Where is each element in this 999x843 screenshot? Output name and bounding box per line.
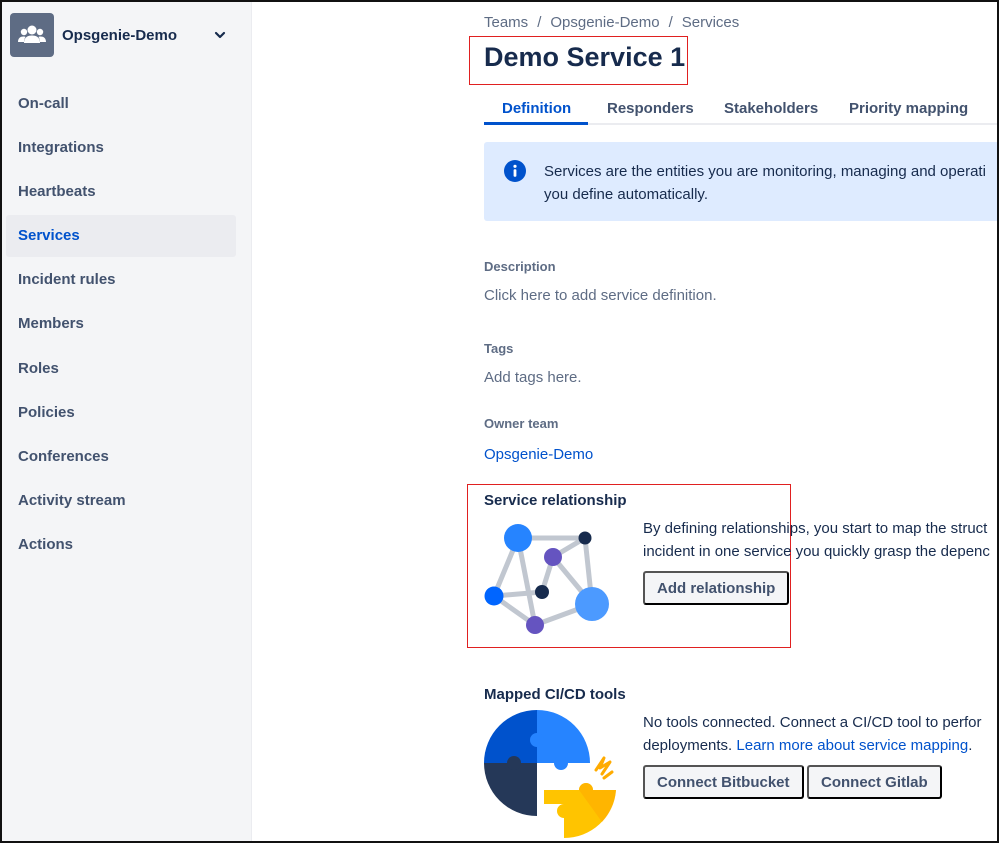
tab-responders[interactable]: Responders <box>607 100 694 125</box>
service-relationship-title: Service relationship <box>484 492 627 509</box>
service-relationship-line: By defining relationships, you start to … <box>643 520 988 537</box>
add-relationship-button[interactable]: Add relationship <box>643 571 790 605</box>
info-panel: Services are the entities you are monito… <box>484 142 999 221</box>
sidebar-item-label: On-call <box>18 94 69 112</box>
tab-stakeholders[interactable]: Stakeholders <box>724 100 818 125</box>
info-icon <box>504 160 526 187</box>
breadcrumb-team[interactable]: Opsgenie-Demo <box>550 14 659 31</box>
team-name: Opsgenie-Demo <box>62 26 178 44</box>
sidebar-item-label: Policies <box>18 403 75 421</box>
sidebar-item-heartbeats[interactable]: Heartbeats <box>6 170 236 212</box>
chevron-down-icon[interactable] <box>214 27 226 45</box>
team-icon <box>10 13 54 57</box>
sidebar: Opsgenie-Demo On-call Integrations Heart… <box>2 2 252 841</box>
sidebar-item-roles[interactable]: Roles <box>6 347 236 389</box>
sidebar-item-activity-stream[interactable]: Activity stream <box>6 480 236 522</box>
cicd-text-suffix: . <box>968 737 973 754</box>
sidebar-item-label: Incident rules <box>18 271 116 289</box>
tab-priority-mapping[interactable]: Priority mapping <box>849 100 968 125</box>
sidebar-item-incident-rules[interactable]: Incident rules <box>6 259 236 301</box>
sidebar-item-label: Heartbeats <box>18 182 96 200</box>
sidebar-item-label: Integrations <box>18 138 104 156</box>
puzzle-illustration <box>484 710 619 843</box>
sidebar-item-label: Activity stream <box>18 492 126 510</box>
sidebar-item-label: Conferences <box>18 448 109 465</box>
owner-team-link[interactable]: Opsgenie-Demo <box>484 446 593 463</box>
description-field[interactable]: Click here to add service definition. <box>484 287 717 304</box>
active-tab-indicator <box>484 122 588 125</box>
breadcrumb-separator: / <box>537 14 542 31</box>
connect-gitlab-button[interactable]: Connect Gitlab <box>807 765 942 799</box>
sidebar-nav: On-call Integrations Heartbeats Services… <box>6 82 236 568</box>
learn-more-link[interactable]: Learn more about service mapping <box>736 737 968 754</box>
sidebar-item-label: Actions <box>18 536 74 554</box>
sidebar-item-integrations[interactable]: Integrations <box>6 126 236 168</box>
breadcrumb-teams[interactable]: Teams <box>484 14 528 31</box>
cicd-text: No tools connected. Connect a CI/CD tool… <box>643 711 982 757</box>
sidebar-item-policies[interactable]: Policies <box>6 391 236 433</box>
cicd-title: Mapped CI/CD tools <box>484 686 626 703</box>
breadcrumb-services[interactable]: Services <box>682 14 740 31</box>
info-text-line: Services are the entities you are monito… <box>544 163 986 180</box>
breadcrumb: Teams / Opsgenie-Demo / Services <box>484 14 739 31</box>
sidebar-item-members[interactable]: Members <box>6 303 236 345</box>
page-title: Demo Service 1 <box>484 42 686 72</box>
info-text: Services are the entities you are monito… <box>544 160 986 206</box>
sidebar-item-label: Services <box>18 227 80 245</box>
team-switcher[interactable]: Opsgenie-Demo <box>10 12 240 58</box>
tags-label: Tags <box>484 341 514 356</box>
service-relationship-line: incident in one service you quickly gras… <box>643 543 990 560</box>
sidebar-item-actions[interactable]: Actions <box>6 524 236 566</box>
network-graph-illustration <box>484 518 614 648</box>
sidebar-item-label: Roles <box>18 359 59 377</box>
sidebar-item-label: Members <box>18 315 84 333</box>
cicd-text-line: No tools connected. Connect a CI/CD tool… <box>643 714 982 731</box>
connect-bitbucket-button[interactable]: Connect Bitbucket <box>643 765 804 799</box>
tab-bar: Definition Responders Stakeholders Prior… <box>484 100 999 125</box>
sidebar-item-conferences[interactable]: Conferences <box>6 436 236 478</box>
info-text-line: you define automatically. <box>544 186 708 203</box>
cicd-text-line: deployments. Learn more about service ma… <box>643 734 982 757</box>
service-relationship-text: By defining relationships, you start to … <box>643 517 990 563</box>
owner-team-label: Owner team <box>484 416 559 431</box>
cicd-text-prefix: deployments. <box>643 737 733 754</box>
tags-field[interactable]: Add tags here. <box>484 369 582 386</box>
breadcrumb-separator: / <box>668 14 673 31</box>
sidebar-item-on-call[interactable]: On-call <box>6 82 236 124</box>
description-label: Description <box>484 259 556 274</box>
main-content: Teams / Opsgenie-Demo / Services Demo Servic… <box>484 0 999 843</box>
sidebar-item-services[interactable]: Services <box>6 214 236 257</box>
